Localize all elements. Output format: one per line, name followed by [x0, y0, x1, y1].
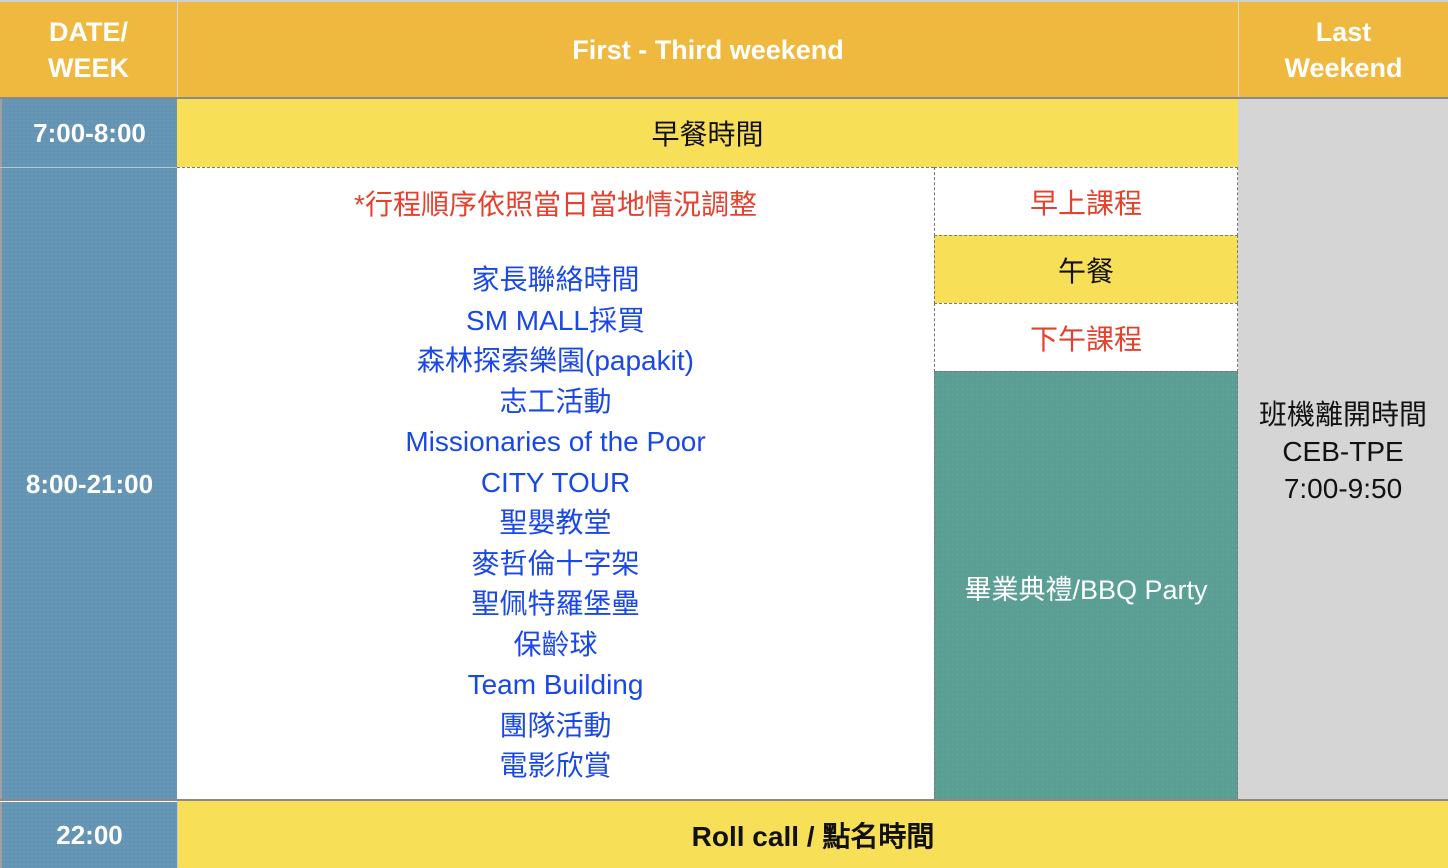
time-day: 8:00-21:00 [25, 468, 154, 499]
time-cell-day: 8:00-21:00 [0, 168, 177, 800]
header-date-week: DATE/ WEEK [0, 0, 177, 98]
time-cell-rollcall: 22:00 [0, 802, 177, 868]
morning-class-label: 早上課程 [1029, 188, 1142, 219]
rollcall-cell: Roll call / 點名時間 [177, 801, 1448, 868]
header-date-week-line2: WEEK [48, 53, 129, 83]
rollcall-label: Roll call / 點名時間 [691, 820, 935, 852]
activity-item: 團隊活動 [499, 709, 612, 741]
time-cell-breakfast: 7:00-8:00 [0, 99, 177, 167]
departure-info: 班機離開時間 CEB-TPE 7:00-9:50 [1238, 396, 1448, 507]
activity-item: 聖佩特羅堡壘 [471, 588, 640, 619]
activity-list: 家長聯絡時間 SM MALL採買森林探索樂園(papakit) 志工活動 Missio… [177, 260, 934, 787]
header-date-week-line1: DATE/ [49, 17, 128, 47]
header-first-third-weekend: First - Third weekend [177, 0, 1238, 98]
activity-item: 聖嬰教堂 [499, 507, 612, 538]
activity-item: CITY TOUR [480, 466, 631, 498]
departure-cell: 班機離開時間 CEB-TPE 7:00-9:50 [1238, 99, 1448, 800]
activity-item: 志工活動 [499, 385, 612, 417]
activity-item: SM MALL採買 [466, 304, 645, 336]
activities-cell: *行程順序依照當日當地情況調整 家長聯絡時間 SM MALL採買森林探索樂園(pa… [177, 167, 934, 800]
activity-item: Missionaries of the Poor [405, 426, 706, 457]
lunch-label: 午餐 [1057, 256, 1114, 287]
breakfast-cell: 早餐時間 [177, 99, 1238, 167]
activity-item: 麥哲倫十字架 [471, 547, 640, 579]
header-last-weekend-line2: Weekend [1284, 53, 1403, 83]
afternoon-class-label: 下午課程 [1029, 324, 1142, 355]
activity-item: 森林探索樂園(papakit) [417, 345, 694, 376]
departure-route: CEB-TPE [1282, 436, 1404, 467]
morning-class-cell: 早上課程 [934, 167, 1238, 236]
afternoon-class-cell: 下午課程 [934, 303, 1238, 372]
header-first-third-label: First - Third weekend [572, 35, 844, 65]
header-last-weekend-line1: Last [1315, 17, 1372, 47]
activity-item: Team Building [467, 669, 644, 700]
header-last-weekend: Last Weekend [1238, 0, 1448, 98]
departure-time: 7:00-9:50 [1283, 473, 1403, 504]
activity-item: 家長聯絡時間 [471, 264, 640, 295]
activity-item: 保齡球 [513, 628, 598, 660]
schedule-note: *行程順序依照當日當地情況調整 [354, 189, 757, 220]
time-rollcall: 22:00 [56, 819, 123, 850]
graduation-label: 畢業典禮/BBQ Party [964, 575, 1208, 605]
time-breakfast: 7:00-8:00 [33, 117, 146, 148]
graduation-cell: 畢業典禮/BBQ Party [934, 371, 1238, 800]
activity-item: 電影欣賞 [499, 750, 612, 781]
lunch-cell: 午餐 [934, 235, 1238, 304]
breakfast-label: 早餐時間 [651, 119, 764, 150]
departure-title: 班機離開時間 [1258, 399, 1427, 430]
